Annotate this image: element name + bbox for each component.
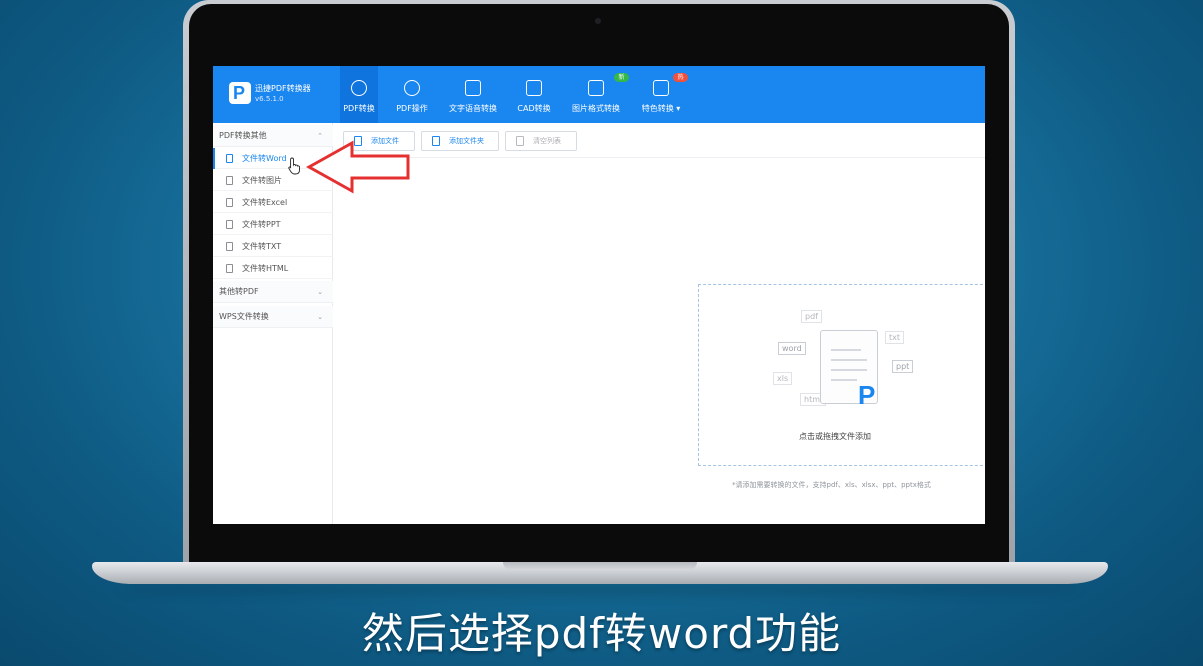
- new-badge: 新: [614, 73, 629, 82]
- convert-icon: [351, 80, 367, 96]
- video-subtitle: 然后选择pdf转word功能: [361, 609, 842, 658]
- file-icon: [226, 154, 233, 163]
- supported-formats-hint: *请添加需要转换的文件，支持pdf、xls、xlsx、ppt、pptx格式: [732, 481, 931, 489]
- format-tag-xls: xls: [773, 372, 793, 385]
- toolbar-divider: [334, 157, 985, 158]
- drop-zone-label: 点击或拖拽文件添加: [799, 432, 871, 441]
- sidebar-group-other-to-pdf[interactable]: 其他转PDF ⌄: [213, 281, 333, 303]
- tab-pdf-operate[interactable]: PDF操作: [391, 66, 433, 123]
- format-tag-ppt: ppt: [892, 360, 914, 373]
- cad-icon: [526, 80, 542, 96]
- app-logo-icon: P: [858, 380, 876, 410]
- waveform-icon: [465, 80, 481, 96]
- format-tag-pdf: pdf: [801, 310, 822, 323]
- laptop-shadow: [120, 584, 1080, 594]
- file-drop-zone[interactable]: pdf word xls ppt txt html P 点击或拖拽文件添加: [698, 284, 985, 466]
- file-icon: [226, 198, 233, 207]
- format-tag-word: word: [778, 342, 806, 355]
- trash-icon: [516, 136, 524, 146]
- camera-icon: [595, 18, 601, 24]
- add-folder-button[interactable]: 添加文件夹: [421, 131, 499, 151]
- folder-icon: [432, 136, 440, 146]
- tab-pdf-convert[interactable]: PDF转换: [340, 66, 378, 123]
- file-icon: [226, 242, 233, 251]
- sidebar-item-to-ppt[interactable]: 文件转PPT: [213, 214, 333, 235]
- sidebar-item-to-excel[interactable]: 文件转Excel: [213, 192, 333, 213]
- file-icon: [226, 264, 233, 273]
- chevron-down-icon: ⌄: [317, 288, 323, 296]
- sidebar-group-wps-convert[interactable]: WPS文件转换 ⌄: [213, 306, 333, 328]
- laptop-base-notch: [503, 562, 697, 570]
- file-icon: [226, 176, 233, 185]
- hand-cursor-icon: [288, 157, 300, 175]
- hot-badge: 热: [673, 73, 688, 82]
- camera-icon: [653, 80, 669, 96]
- sidebar-item-to-html[interactable]: 文件转HTML: [213, 258, 333, 279]
- image-icon: [588, 80, 604, 96]
- red-arrow-annotation: [306, 140, 410, 194]
- top-navigation-bar: P 迅捷PDF转换器 v6.5.1.0 PDF转换 PDF操作 文字语音转换 C…: [213, 66, 985, 123]
- sidebar-item-to-txt[interactable]: 文件转TXT: [213, 236, 333, 257]
- app-logo-icon: P: [229, 82, 251, 104]
- chevron-down-icon: ⌄: [317, 313, 323, 321]
- app-window: P 迅捷PDF转换器 v6.5.1.0 PDF转换 PDF操作 文字语音转换 C…: [213, 66, 985, 524]
- app-version: v6.5.1.0: [255, 95, 284, 103]
- tab-cad-convert[interactable]: CAD转换: [515, 66, 553, 123]
- app-name: 迅捷PDF转换器: [255, 84, 311, 93]
- tab-text-speech[interactable]: 文字语音转换: [446, 66, 500, 123]
- clear-list-button[interactable]: 清空列表: [505, 131, 577, 151]
- file-icon: [226, 220, 233, 229]
- format-tag-txt: txt: [885, 331, 905, 344]
- gear-icon: [404, 80, 420, 96]
